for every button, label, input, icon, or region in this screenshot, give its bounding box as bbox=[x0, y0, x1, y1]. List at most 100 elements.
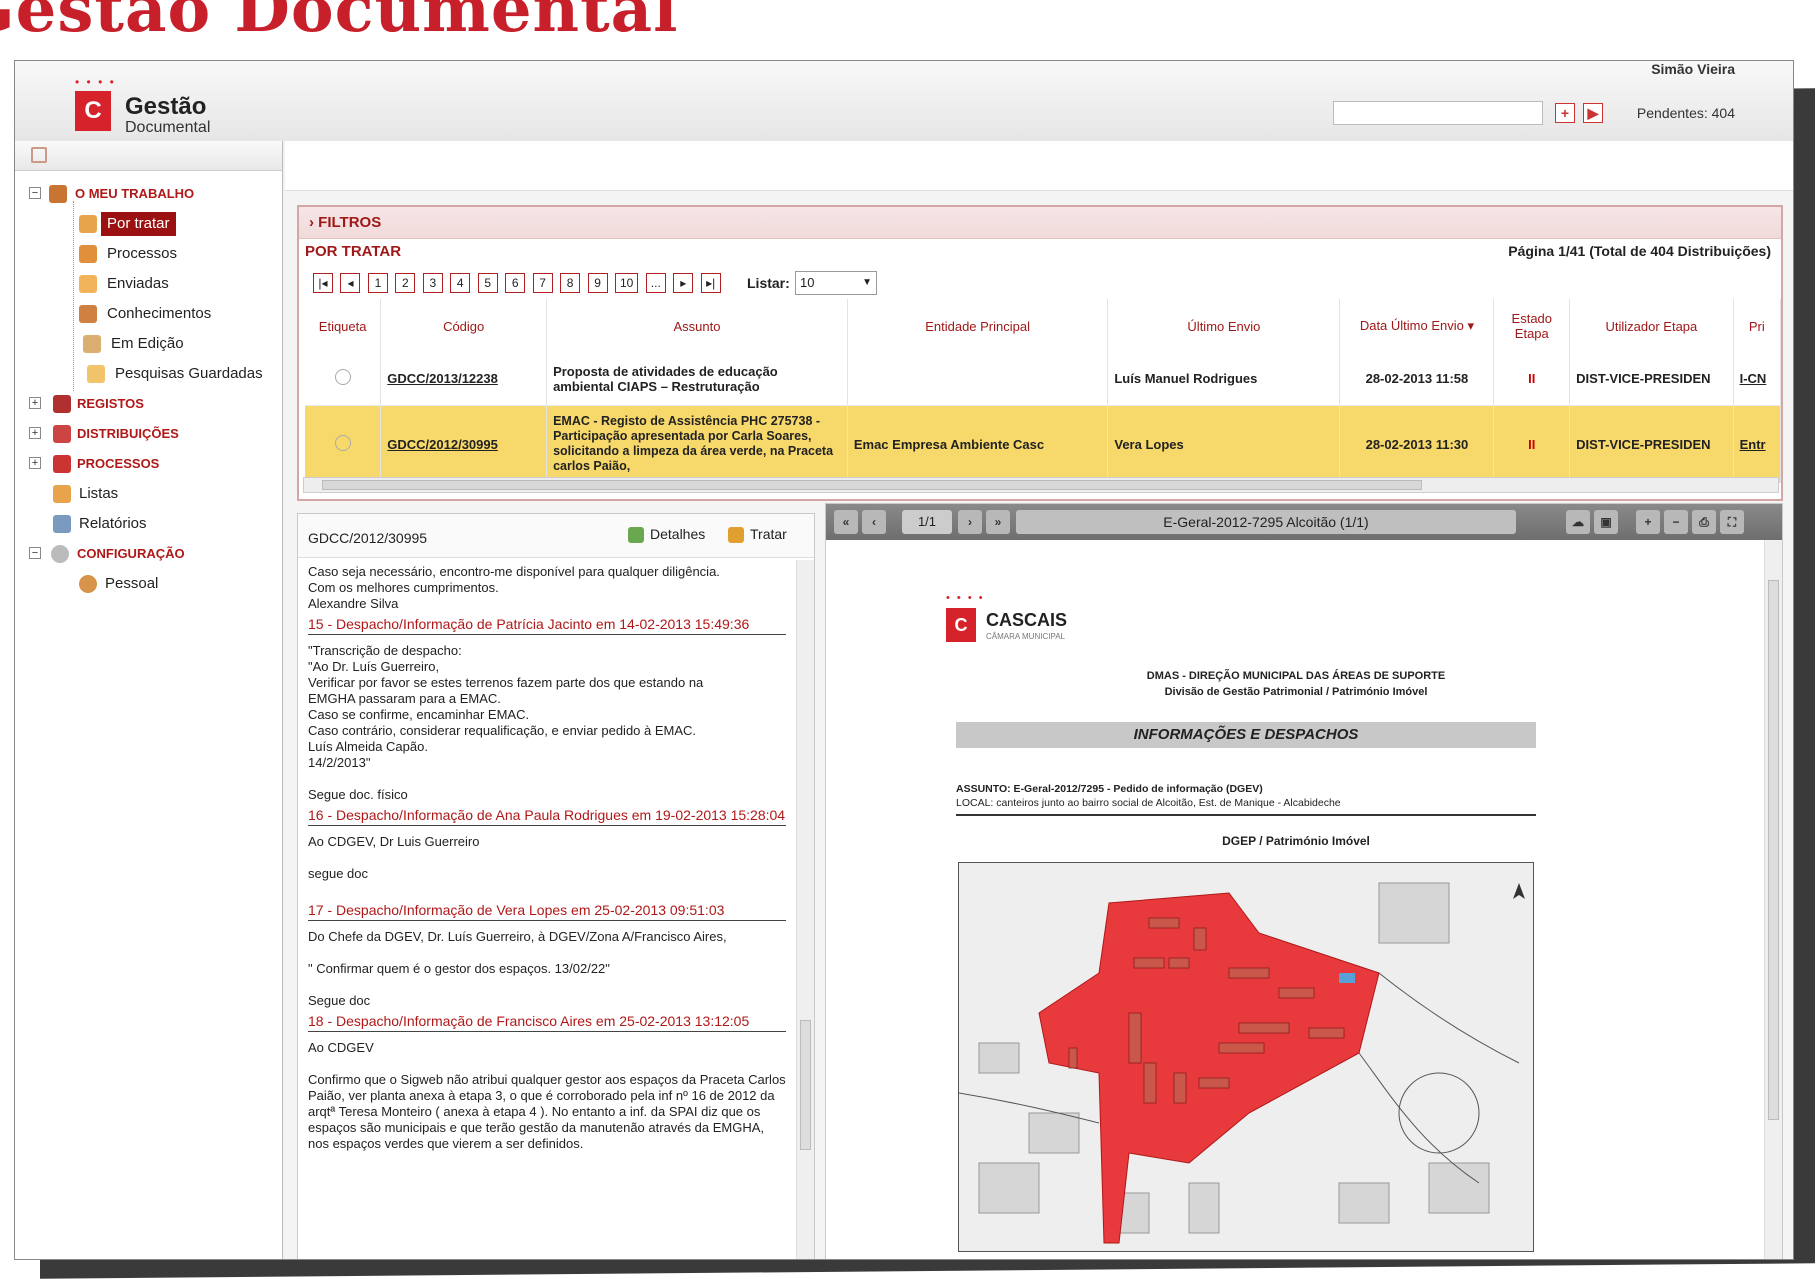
search-input[interactable] bbox=[1333, 101, 1543, 125]
table-row[interactable]: GDCC/2013/12238 Proposta de atividades d… bbox=[305, 353, 1782, 406]
next-page-icon[interactable]: › bbox=[958, 510, 982, 534]
label-cell[interactable] bbox=[305, 353, 382, 406]
gear-icon bbox=[51, 545, 69, 563]
last-page-icon[interactable]: » bbox=[986, 510, 1010, 534]
code-link[interactable]: GDCC/2012/30995 bbox=[387, 437, 498, 452]
details-icon bbox=[628, 527, 644, 544]
page-button[interactable]: 9 bbox=[587, 273, 608, 293]
sidebar-item-relatorios[interactable]: Relatórios bbox=[15, 509, 282, 539]
sidebar: − O MEU TRABALHO Por tratar Processos En… bbox=[15, 141, 283, 1259]
history-entry-title: 15 - Despacho/Informação de Patrícia Jac… bbox=[308, 616, 786, 635]
print-icon[interactable]: ⎙ bbox=[1692, 510, 1716, 534]
page-button[interactable]: 4 bbox=[450, 273, 471, 293]
first-page-button[interactable]: |◂ bbox=[313, 273, 333, 293]
zoom-out-icon[interactable]: − bbox=[1664, 510, 1688, 534]
tree-node-distribuicoes[interactable]: + DISTRIBUIÇÕES bbox=[15, 419, 282, 449]
treat-button[interactable]: Tratar bbox=[728, 526, 787, 544]
sidebar-item-label: Enviadas bbox=[107, 275, 169, 292]
viewer-toolbar: « ‹ 1/1 › » E-Geral-2012-7295 Alcoitão (… bbox=[826, 504, 1782, 540]
list-title: POR TRATAR bbox=[305, 243, 402, 260]
scrollbar-thumb[interactable] bbox=[322, 480, 1422, 490]
pri-cell[interactable]: I-CN bbox=[1733, 353, 1782, 406]
prev-page-icon[interactable]: ‹ bbox=[862, 510, 886, 534]
col-header-codigo[interactable]: Código bbox=[380, 299, 548, 353]
zoom-in-icon[interactable]: + bbox=[1636, 510, 1660, 534]
subject-cell: Proposta de atividades de educação ambie… bbox=[546, 353, 848, 406]
sidebar-item-processos[interactable]: Processos bbox=[15, 239, 282, 269]
pri-cell[interactable]: Entr bbox=[1733, 405, 1782, 483]
tree-node-configuracao[interactable]: − CONFIGURAÇÃO bbox=[15, 539, 282, 569]
go-button[interactable]: ▶ bbox=[1583, 103, 1603, 123]
col-header-data-envio[interactable]: Data Último Envio ▾ bbox=[1339, 299, 1495, 353]
history-text: Segue doc. físico bbox=[308, 787, 408, 802]
sidebar-item-em-edicao[interactable]: Em Edição bbox=[15, 329, 282, 359]
table-horizontal-scrollbar[interactable] bbox=[303, 477, 1779, 493]
doc-local-line: LOCAL: canteiros junto ao bairro social … bbox=[956, 797, 1341, 809]
prev-page-button[interactable]: ◂ bbox=[340, 273, 361, 293]
expand-icon[interactable]: + bbox=[29, 457, 41, 469]
expand-icon[interactable]: + bbox=[29, 397, 41, 409]
col-header-utilizador[interactable]: Utilizador Etapa bbox=[1569, 299, 1734, 353]
page-button[interactable]: 3 bbox=[422, 273, 443, 293]
more-pages-button[interactable]: ... bbox=[645, 273, 666, 293]
sidebar-item-listas[interactable]: Listas bbox=[15, 479, 282, 509]
page-button[interactable]: 2 bbox=[395, 273, 416, 293]
save-icon[interactable]: ▣ bbox=[1594, 510, 1618, 534]
expand-icon[interactable]: + bbox=[29, 427, 41, 439]
collapse-icon[interactable]: − bbox=[29, 547, 41, 559]
label-cell[interactable] bbox=[305, 405, 382, 483]
sidebar-item-label: Conhecimentos bbox=[107, 305, 212, 322]
page-button[interactable]: 7 bbox=[532, 273, 553, 293]
scrollbar-thumb[interactable] bbox=[1768, 580, 1779, 1120]
sidebar-item-enviadas[interactable]: Enviadas bbox=[15, 269, 282, 299]
col-header-assunto[interactable]: Assunto bbox=[546, 299, 848, 353]
collapse-icon[interactable]: − bbox=[29, 187, 41, 199]
filters-bar[interactable]: › FILTROS bbox=[299, 207, 1781, 239]
list-title-bar: POR TRATAR Página 1/41 (Total de 404 Dis… bbox=[299, 239, 1781, 265]
table-row-selected[interactable]: GDCC/2012/30995 EMAC - Registo de Assist… bbox=[305, 405, 1782, 483]
history-text: Segue doc bbox=[308, 993, 371, 1008]
page-button[interactable]: 6 bbox=[505, 273, 526, 293]
col-header-pri[interactable]: Pri bbox=[1733, 299, 1782, 353]
distribution-icon bbox=[53, 425, 71, 443]
page-button[interactable]: 5 bbox=[477, 273, 498, 293]
row-radio[interactable] bbox=[334, 369, 351, 386]
fullscreen-icon[interactable]: ⛶ bbox=[1720, 510, 1744, 534]
cloud-icon[interactable]: ☁ bbox=[1566, 510, 1590, 534]
next-page-button[interactable]: ▸ bbox=[673, 273, 694, 293]
tree-node-my-work[interactable]: − O MEU TRABALHO bbox=[15, 179, 282, 209]
page-button[interactable]: 1 bbox=[367, 273, 388, 293]
col-header-ultimo-envio[interactable]: Último Envio bbox=[1107, 299, 1341, 353]
viewer-vertical-scrollbar[interactable] bbox=[1764, 540, 1782, 1259]
col-header-etiqueta[interactable]: Etiqueta bbox=[305, 299, 382, 353]
add-button[interactable]: + bbox=[1555, 103, 1575, 123]
sidebar-item-pesquisas-guardadas[interactable]: Pesquisas Guardadas bbox=[15, 359, 282, 389]
user-name[interactable]: Simão Vieira bbox=[1651, 61, 1735, 77]
tree-node-registos[interactable]: + REGISTOS bbox=[15, 389, 282, 419]
code-link[interactable]: GDCC/2013/12238 bbox=[387, 371, 498, 386]
binders-icon bbox=[79, 245, 97, 263]
page-button[interactable]: 10 bbox=[614, 273, 639, 293]
row-radio[interactable] bbox=[334, 434, 351, 451]
page-button[interactable]: 8 bbox=[560, 273, 581, 293]
sidebar-item-conhecimentos[interactable]: Conhecimentos bbox=[15, 299, 282, 329]
logo-sub-text: Documental bbox=[125, 119, 211, 136]
list-size-select[interactable]: 10 ▼ bbox=[795, 271, 877, 295]
report-icon bbox=[53, 515, 71, 533]
sidebar-item-por-tratar[interactable]: Por tratar bbox=[15, 209, 282, 239]
col-header-estado[interactable]: Estado Etapa bbox=[1493, 299, 1571, 353]
tree-toggle-icon[interactable] bbox=[31, 147, 47, 163]
last-page-button[interactable]: ▸| bbox=[700, 273, 721, 293]
scrollbar-thumb[interactable] bbox=[800, 1020, 811, 1150]
list-size-value: 10 bbox=[800, 275, 815, 290]
sidebar-item-pessoal[interactable]: Pessoal bbox=[15, 569, 282, 599]
detail-vertical-scrollbar[interactable] bbox=[796, 560, 814, 1259]
col-header-entidade[interactable]: Entidade Principal bbox=[847, 299, 1109, 353]
first-page-icon[interactable]: « bbox=[834, 510, 858, 534]
date-cell: 28-02-2013 11:58 bbox=[1339, 353, 1495, 406]
code-cell: GDCC/2012/30995 bbox=[380, 405, 548, 483]
tree-node-processos[interactable]: + PROCESSOS bbox=[15, 449, 282, 479]
filters-toggle[interactable]: › FILTROS bbox=[309, 214, 381, 231]
users-icon bbox=[79, 305, 97, 323]
details-button[interactable]: Detalhes bbox=[628, 526, 705, 544]
